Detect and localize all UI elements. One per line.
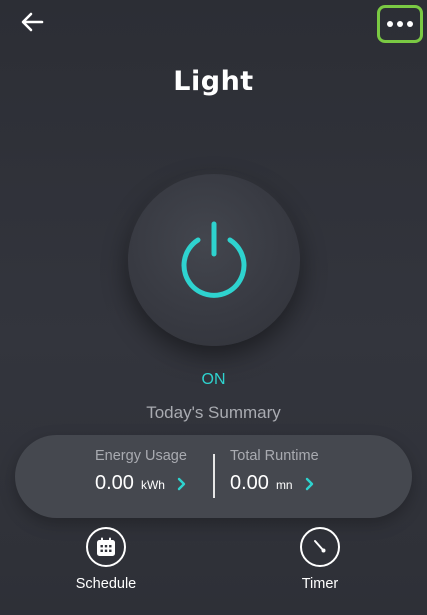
arrow-left-icon — [20, 12, 44, 36]
energy-usage-label: Energy Usage — [95, 448, 187, 464]
calendar-icon — [86, 527, 126, 567]
power-icon — [176, 218, 252, 302]
power-toggle-button[interactable] — [128, 174, 300, 346]
summary-title: Today's Summary — [146, 403, 281, 422]
timer-label: Timer — [301, 576, 339, 592]
total-runtime-value: 0.00 — [230, 472, 269, 494]
total-runtime-unit: mn — [275, 478, 293, 492]
page-title: Light — [173, 66, 254, 97]
schedule-button[interactable]: Schedule — [61, 527, 151, 592]
energy-usage-value: 0.00 — [95, 472, 134, 494]
power-state-label: ON — [201, 371, 226, 388]
schedule-label: Schedule — [75, 576, 137, 592]
timer-icon — [300, 527, 340, 567]
summary-divider — [213, 454, 215, 498]
more-horizontal-icon — [387, 21, 413, 27]
energy-usage-unit: kWh — [140, 478, 165, 492]
back-button[interactable] — [14, 8, 50, 40]
summary-card: Energy Usage 0.00 kWh Total Runtime 0.00… — [15, 435, 412, 518]
device-screen: Light ON Today's Summary Energy Usage 0.… — [0, 0, 427, 615]
timer-button[interactable]: Timer — [275, 527, 365, 592]
chevron-right-icon — [305, 477, 314, 491]
more-options-button[interactable] — [377, 5, 423, 43]
chevron-right-icon — [177, 477, 186, 491]
total-runtime-stat[interactable]: Total Runtime 0.00 mn — [230, 448, 319, 495]
total-runtime-label: Total Runtime — [230, 448, 319, 464]
energy-usage-stat[interactable]: Energy Usage 0.00 kWh — [95, 448, 187, 495]
